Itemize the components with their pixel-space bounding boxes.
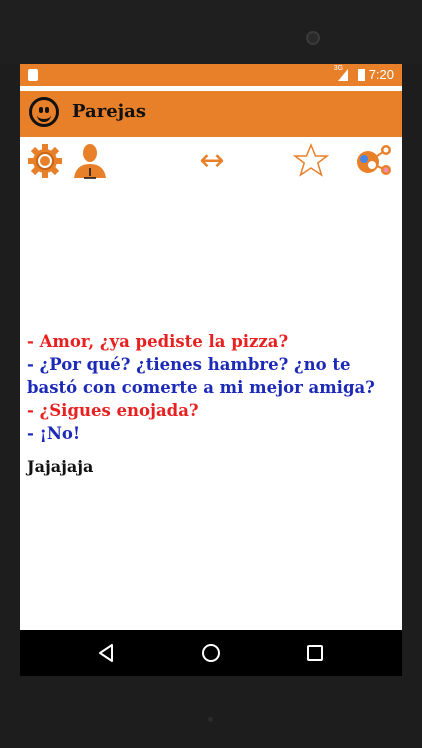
status-bar: 3G 7:20	[20, 64, 402, 86]
network-type-label: 3G	[333, 64, 344, 72]
page-title: Parejas	[72, 101, 146, 122]
joke-line: - ¿Por qué? ¿tienes hambre? ¿no te bastó…	[27, 355, 375, 397]
joke-line: - ¡No!	[27, 424, 81, 443]
recents-icon[interactable]	[304, 642, 326, 664]
swap-arrows-icon[interactable]: ↔	[190, 142, 234, 180]
smiley-icon	[29, 97, 59, 127]
device-sensor	[208, 717, 213, 722]
status-right-group: 3G 7:20	[334, 65, 394, 83]
navigation-bar	[20, 630, 402, 676]
sd-card-icon	[28, 69, 38, 81]
front-camera	[306, 31, 320, 45]
joke-line: - ¿Sigues enojada?	[27, 401, 199, 420]
joke-line: - Amor, ¿ya pediste la pizza?	[27, 332, 289, 351]
signal-icon: 3G	[334, 65, 348, 81]
app-screen: 3G 7:20 Parejas ↔ - Amor, ¿ya pediste la…	[20, 64, 402, 676]
joke-punchline: Jajajaja	[27, 457, 94, 476]
device-bottom-bezel	[0, 676, 422, 748]
back-icon[interactable]	[96, 642, 118, 664]
star-icon[interactable]	[292, 142, 330, 180]
joke-text: - Amor, ¿ya pediste la pizza? - ¿Por qué…	[27, 330, 399, 445]
share-icon[interactable]	[354, 142, 392, 180]
person-icon[interactable]	[70, 142, 108, 180]
home-icon[interactable]	[200, 642, 222, 664]
device-top-bezel	[0, 0, 422, 64]
toolbar: ↔	[20, 140, 402, 184]
title-bar: Parejas	[20, 91, 402, 137]
status-time: 7:20	[368, 67, 394, 82]
battery-icon	[357, 68, 365, 81]
gear-icon[interactable]	[26, 142, 64, 180]
